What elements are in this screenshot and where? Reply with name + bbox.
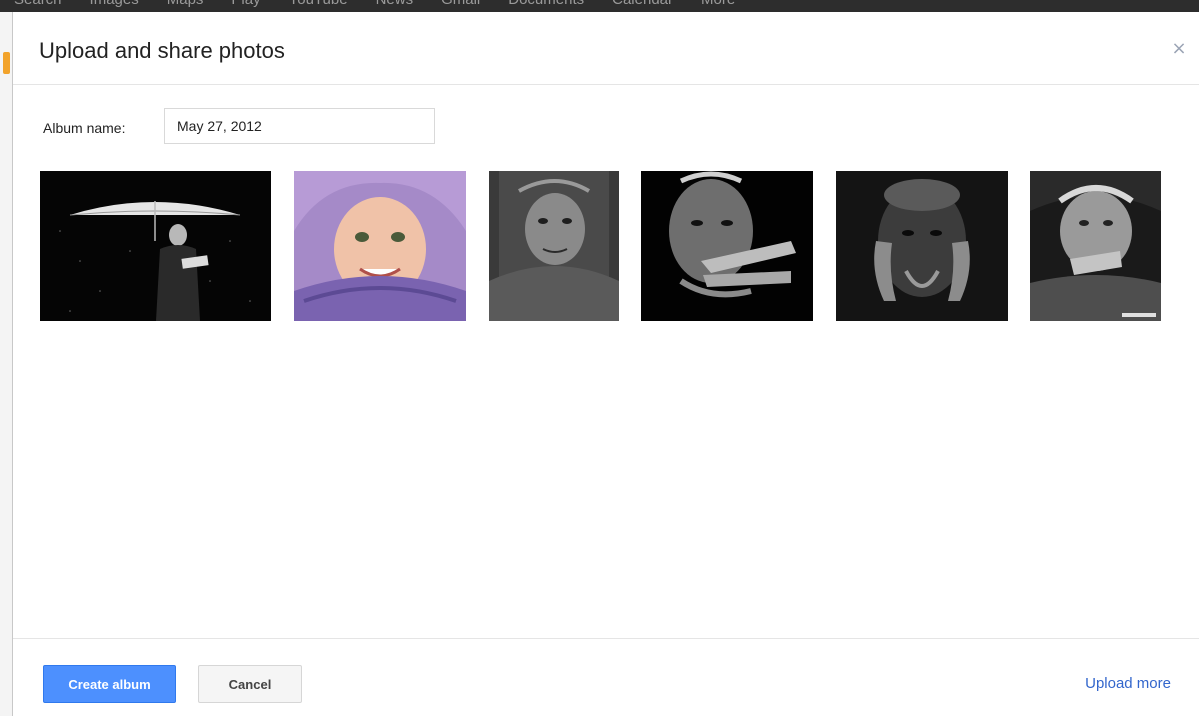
album-name-label: Album name:: [43, 120, 126, 136]
photo-thumbnail-3[interactable]: [489, 171, 619, 321]
photo-thumbnail-5[interactable]: [836, 171, 1008, 321]
photo-thumbnail-6[interactable]: [1030, 171, 1161, 321]
old-woman-photo-image: [489, 171, 619, 321]
bg-nav-search: Search: [14, 0, 62, 8]
bg-nav-documents: Documents: [508, 0, 584, 8]
upload-more-link[interactable]: Upload more: [1085, 675, 1171, 692]
man-hand-photo-image: [641, 171, 813, 321]
bg-nav-news: News: [376, 0, 414, 8]
album-name-input[interactable]: [164, 108, 435, 144]
old-woman-smoking-photo-image: [1030, 171, 1161, 321]
umbrella-photo-image: [40, 171, 271, 321]
upload-dialog: Upload and share photos × Album name: Ma…: [12, 12, 1199, 716]
background-nav-bar: Search Images Maps Play YouTube News Gmail Docu…: [0, 0, 1199, 12]
girl-scarf-photo-image: [294, 171, 466, 321]
photo-thumbnail-1[interactable]: [40, 171, 271, 321]
bg-nav-gmail: Gmail: [441, 0, 480, 8]
header-divider: [13, 84, 1199, 85]
photo-thumbnail-2[interactable]: [294, 171, 466, 321]
bg-nav-maps: Maps: [167, 0, 204, 8]
background-page-edge: [0, 12, 12, 716]
close-icon[interactable]: ×: [1170, 40, 1188, 58]
footer-divider: [13, 638, 1199, 639]
dialog-title: Upload and share photos: [39, 38, 285, 63]
cancel-button[interactable]: Cancel: [198, 665, 302, 703]
create-album-button[interactable]: Create album: [43, 665, 176, 703]
bg-nav-images: Images: [90, 0, 139, 8]
bg-nav-play: Play: [231, 0, 260, 8]
bg-nav-calendar: Calendar: [612, 0, 673, 8]
background-accent: [3, 52, 10, 74]
photo-thumbnail-4[interactable]: [641, 171, 813, 321]
bg-nav-youtube: YouTube: [289, 0, 348, 8]
bg-nav-more: More: [701, 0, 735, 8]
man-hands-face-photo-image: [836, 171, 1008, 321]
